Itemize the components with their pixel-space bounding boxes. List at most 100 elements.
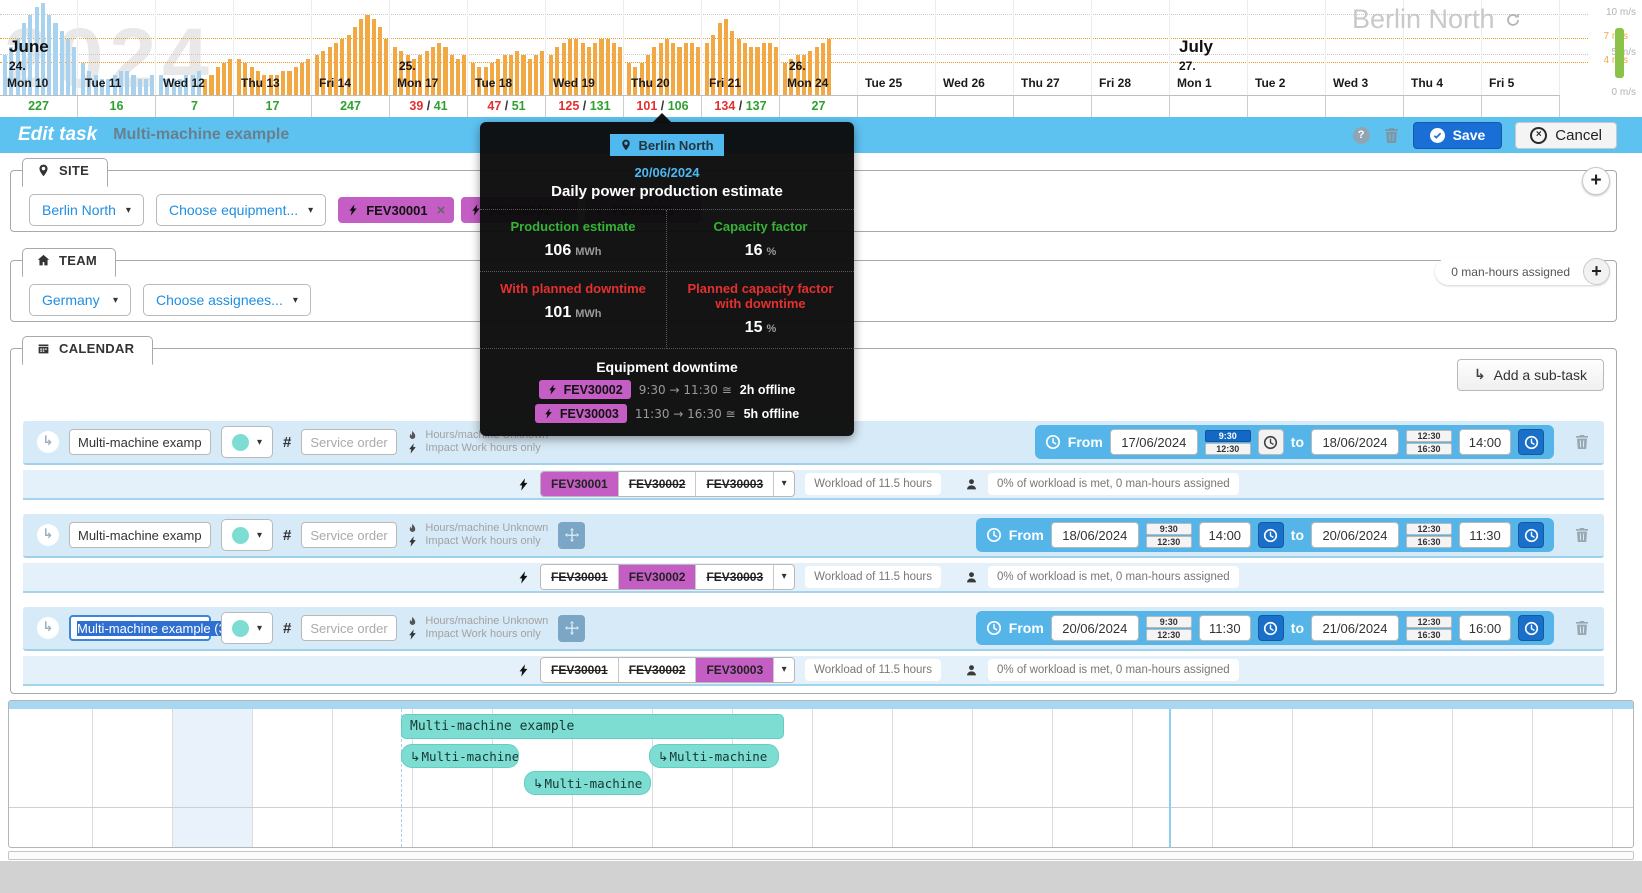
wind-bar <box>443 47 447 95</box>
time-preset-button[interactable]: 9:30 <box>1205 430 1251 442</box>
wind-bar <box>372 19 376 95</box>
subtask-name-input[interactable]: Multi-machine example (3) <box>69 615 211 641</box>
delete-subtask-icon[interactable] <box>1574 434 1590 450</box>
subtask-color-select[interactable]: ▾ <box>221 519 273 551</box>
week-number: 27. <box>1179 59 1196 73</box>
to-time-input[interactable] <box>1459 429 1511 455</box>
gantt-bar-parent[interactable]: Multi-machine example <box>401 714 784 739</box>
delete-subtask-icon[interactable] <box>1574 620 1590 636</box>
chevron-down-icon[interactable]: ▾ <box>774 658 794 682</box>
service-order-input[interactable] <box>301 429 397 455</box>
team-select[interactable]: Germany▾ <box>29 284 131 316</box>
save-button[interactable]: Save <box>1413 122 1503 149</box>
to-date-input[interactable] <box>1311 615 1399 641</box>
chevron-down-icon[interactable]: ▾ <box>774 472 794 496</box>
subtask-group: ↳▾#Hours/machine UnknownImpact Work hour… <box>23 514 1604 593</box>
from-date-input[interactable] <box>1110 429 1198 455</box>
team-select-value: Germany <box>42 292 100 308</box>
to-time-picker-button[interactable] <box>1518 615 1544 641</box>
time-preset-button[interactable]: 12:30 <box>1406 430 1452 442</box>
move-subtask-button[interactable] <box>558 522 585 549</box>
add-site-button[interactable]: + <box>1582 167 1610 195</box>
move-subtask-button[interactable] <box>558 615 585 642</box>
assigned-pill: 0% of workload is met, 0 man-hours assig… <box>988 473 1239 495</box>
equipment-option[interactable]: FEV30003 <box>696 658 774 682</box>
wind-bar <box>618 47 622 95</box>
equipment-option[interactable]: FEV30003 <box>696 565 774 589</box>
help-icon[interactable]: ? <box>1353 127 1370 144</box>
wind-bar <box>359 19 363 95</box>
color-swatch <box>232 434 249 451</box>
workload-pill: Workload of 11.5 hours <box>805 566 941 588</box>
to-date-input[interactable] <box>1311 429 1399 455</box>
time-preset-button[interactable]: 16:30 <box>1406 629 1452 641</box>
equipment-option[interactable]: FEV30003 <box>696 472 774 496</box>
assignees-select[interactable]: Choose assignees...▾ <box>143 284 311 316</box>
to-date-input[interactable] <box>1311 522 1399 548</box>
cancel-button[interactable]: × Cancel <box>1515 122 1617 149</box>
add-subtask-button[interactable]: ↳ Add a sub-task <box>1457 359 1604 391</box>
forecast-day-column: Fri 28 <box>1092 0 1170 117</box>
time-preset-button[interactable]: 16:30 <box>1406 536 1452 548</box>
to-time-picker-button[interactable] <box>1518 522 1544 548</box>
add-man-hours-button[interactable]: + <box>1583 258 1610 285</box>
equipment-option[interactable]: FEV30002 <box>619 472 697 496</box>
equipment-option[interactable]: FEV30001 <box>541 658 619 682</box>
metric-value: 15 <box>745 319 763 336</box>
delete-task-icon[interactable] <box>1383 127 1400 144</box>
site-select[interactable]: Berlin North▾ <box>29 194 144 226</box>
gantt-bar-sub[interactable]: ↳Multi-machine <box>401 744 519 768</box>
equipment-option[interactable]: FEV30001 <box>541 565 619 589</box>
from-time-picker-button[interactable] <box>1258 522 1284 548</box>
production-forecast-value: 106 <box>668 99 689 113</box>
to-time-input[interactable] <box>1459 615 1511 641</box>
service-order-input[interactable] <box>301 522 397 548</box>
subtask-name-input[interactable] <box>69 522 211 548</box>
delete-subtask-icon[interactable] <box>1574 527 1590 543</box>
bolt-icon <box>347 204 359 216</box>
time-preset-button[interactable]: 9:30 <box>1146 616 1192 628</box>
wind-bar <box>749 47 753 95</box>
chevron-down-icon: ▾ <box>257 437 262 448</box>
day-label: Tue 11 <box>85 76 121 90</box>
time-preset-button[interactable]: 12:30 <box>1146 629 1192 641</box>
equipment-option[interactable]: FEV30002 <box>619 565 697 589</box>
to-time-picker-button[interactable] <box>1518 429 1544 455</box>
horizontal-scrollbar[interactable] <box>8 851 1634 860</box>
production-forecast-value: 131 <box>590 99 611 113</box>
from-time-picker-button[interactable] <box>1258 615 1284 641</box>
from-date-input[interactable] <box>1051 522 1139 548</box>
time-preset-button[interactable]: 16:30 <box>1406 443 1452 455</box>
to-time-input[interactable] <box>1459 522 1511 548</box>
wind-bar <box>131 75 135 95</box>
time-preset-button[interactable]: 9:30 <box>1146 523 1192 535</box>
from-time-input[interactable] <box>1199 615 1251 641</box>
gantt-bar-sub[interactable]: ↳Multi-machine <box>649 744 779 768</box>
remove-tag-icon[interactable]: × <box>437 202 446 219</box>
time-preset-button[interactable]: 12:30 <box>1406 523 1452 535</box>
chevron-down-icon[interactable]: ▾ <box>774 565 794 589</box>
time-preset-button[interactable]: 12:30 <box>1146 536 1192 548</box>
time-preset-button[interactable]: 12:30 <box>1406 616 1452 628</box>
side-panel-handle[interactable] <box>1615 28 1624 78</box>
equipment-select[interactable]: Choose equipment...▾ <box>156 194 326 226</box>
from-date-input[interactable] <box>1051 615 1139 641</box>
calendar-icon <box>37 342 50 355</box>
subtask-color-select[interactable]: ▾ <box>221 612 273 644</box>
forecast-day-columns: Mon 10227Tue 1116Wed 127Thu 1317Fri 1424… <box>0 0 1560 117</box>
equipment-tag[interactable]: FEV30001× <box>338 197 454 223</box>
equipment-option[interactable]: FEV30002 <box>619 658 697 682</box>
refresh-icon[interactable] <box>1505 4 1521 35</box>
gantt-bar-sub[interactable]: ↳Multi-machine <box>524 771 651 795</box>
subtask-name-input[interactable] <box>69 429 211 455</box>
subtask-color-select[interactable]: ▾ <box>221 426 273 458</box>
time-preset-button[interactable]: 12:30 <box>1205 443 1251 455</box>
gantt-bar-label: Multi-machine <box>669 749 767 764</box>
from-time-picker-button[interactable] <box>1258 429 1284 455</box>
service-order-input[interactable] <box>301 615 397 641</box>
equipment-segmented-control: FEV30001FEV30002FEV30003▾ <box>540 564 795 590</box>
impact-label: Impact Work hours only <box>425 628 548 641</box>
day-label: Fri 21 <box>709 76 741 90</box>
from-time-input[interactable] <box>1199 522 1251 548</box>
equipment-option[interactable]: FEV30001 <box>541 472 619 496</box>
